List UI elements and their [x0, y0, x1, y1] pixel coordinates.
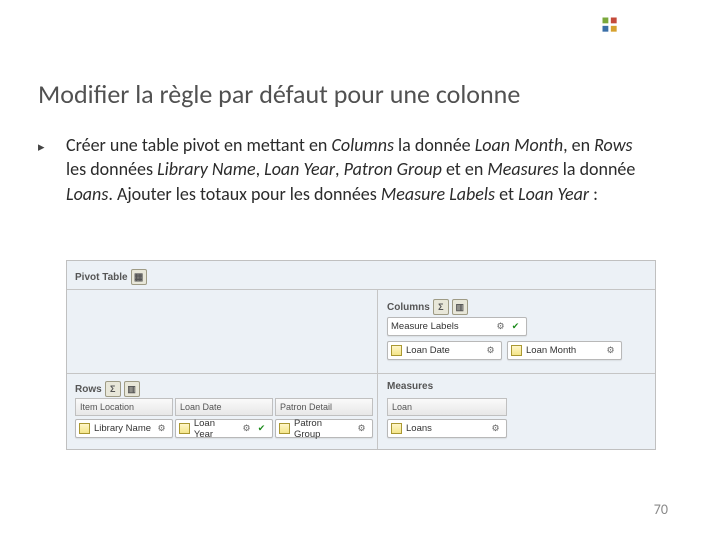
- gear-icon[interactable]: ⚙: [489, 422, 502, 435]
- rows-pill-patron-group[interactable]: Patron Group ⚙: [275, 419, 373, 438]
- gear-icon[interactable]: ⚙: [604, 344, 617, 357]
- pivot-table-figure: Pivot Table ▦ Columns Σ ▥ Measure Labels…: [66, 260, 656, 450]
- gear-icon[interactable]: ⚙: [155, 422, 168, 435]
- sigma-icon[interactable]: Σ: [433, 299, 449, 315]
- rows-header-item-location: Item Location: [75, 398, 173, 416]
- gear-icon[interactable]: ⚙: [355, 422, 368, 435]
- page-number: 70: [654, 501, 668, 518]
- columns-pill-measure-labels[interactable]: Measure Labels ⚙ ✔: [387, 317, 527, 336]
- measures-header-loan: Loan: [387, 398, 507, 416]
- dimension-icon: [79, 423, 90, 434]
- sigma-icon[interactable]: Σ: [105, 381, 121, 397]
- columns-section-label: Columns Σ ▥: [387, 299, 468, 315]
- rows-section-label: Rows Σ ▥: [75, 381, 140, 397]
- gear-icon[interactable]: ⚙: [240, 422, 253, 435]
- columns-pill-loan-month[interactable]: Loan Month ⚙: [507, 341, 622, 360]
- columns-pill-loan-date[interactable]: Loan Date ⚙: [387, 341, 502, 360]
- body-paragraph: Créer une table pivot en mettant en Colu…: [66, 133, 648, 206]
- table-toggle-icon[interactable]: ▥: [124, 381, 140, 397]
- dimension-icon: [511, 345, 522, 356]
- dimension-icon: [279, 423, 290, 434]
- dimension-icon: [391, 345, 402, 356]
- rows-pill-library-name[interactable]: Library Name ⚙: [75, 419, 173, 438]
- slide-title: Modifier la règle par défaut pour une co…: [38, 78, 520, 110]
- pivot-table-icon[interactable]: ▦: [131, 269, 147, 285]
- measures-pill-loans[interactable]: Loans ⚙: [387, 419, 507, 438]
- measures-section-label: Measures: [387, 381, 433, 392]
- product-logo: [600, 15, 620, 35]
- rows-pill-loan-year[interactable]: Loan Year ⚙ ✔: [175, 419, 273, 438]
- total-check-icon[interactable]: ✔: [255, 422, 268, 435]
- panel-title: Pivot Table ▦: [75, 269, 147, 285]
- bullet-marker: ▸: [38, 140, 45, 155]
- total-check-icon[interactable]: ✔: [509, 320, 522, 333]
- rows-header-loan-date: Loan Date: [175, 398, 273, 416]
- dimension-icon: [179, 423, 190, 434]
- rows-header-patron-detail: Patron Detail: [275, 398, 373, 416]
- gear-icon[interactable]: ⚙: [484, 344, 497, 357]
- table-toggle-icon[interactable]: ▥: [452, 299, 468, 315]
- gear-icon[interactable]: ⚙: [494, 320, 507, 333]
- measure-icon: [391, 423, 402, 434]
